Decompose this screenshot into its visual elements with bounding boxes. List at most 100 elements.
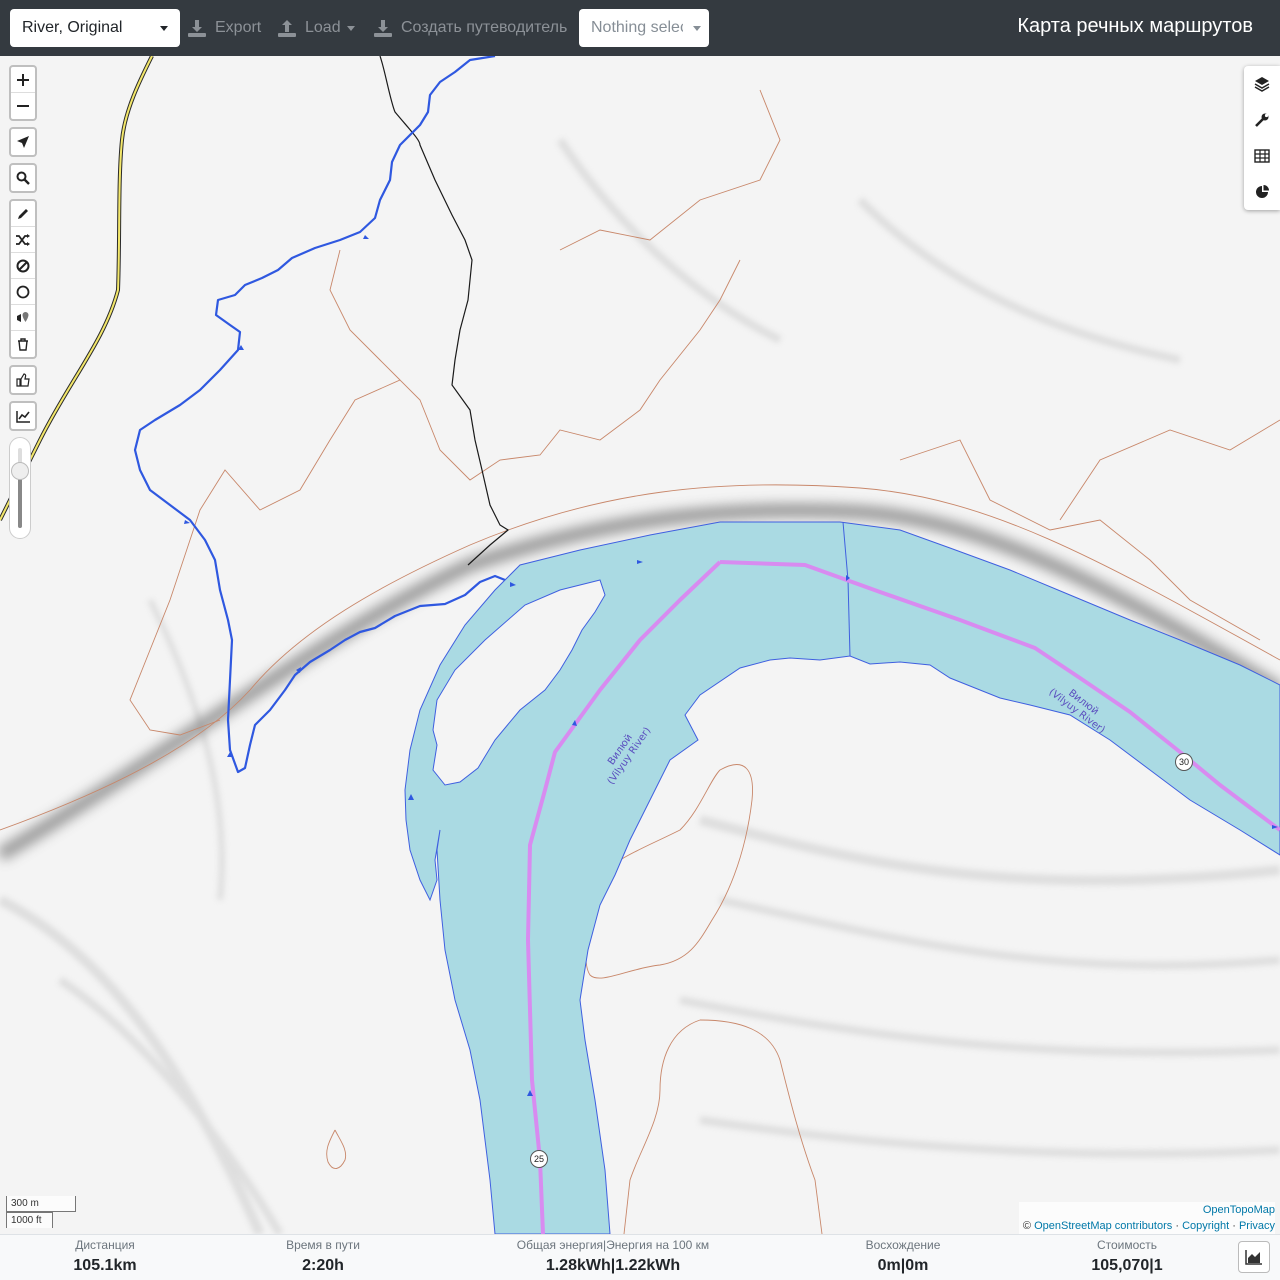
elevation-chart-toggle-button[interactable] xyxy=(1238,1241,1270,1273)
stat-ascent-label: Восхождение xyxy=(865,1238,941,1252)
zoom-slider[interactable] xyxy=(9,437,31,539)
delete-route-button[interactable] xyxy=(11,331,35,357)
poi-button[interactable] xyxy=(11,305,35,331)
distance-number: 105.1 xyxy=(73,1257,114,1274)
download-icon xyxy=(374,20,392,37)
search-icon xyxy=(16,171,30,185)
export-label: Export xyxy=(215,19,262,36)
location-arrow-icon xyxy=(17,136,29,148)
table-icon xyxy=(1254,149,1270,163)
search-control xyxy=(9,163,37,193)
energy-per100-unit: kWh xyxy=(646,1257,681,1274)
zoom-slider-handle[interactable] xyxy=(11,461,29,480)
selection-dropdown[interactable]: Nothing selected xyxy=(579,9,709,47)
km-marker[interactable]: 30 xyxy=(1175,753,1193,771)
profile-select[interactable]: River, Original xyxy=(10,9,180,47)
create-guide-button[interactable]: Создать путеводитель xyxy=(373,9,567,47)
load-button[interactable]: Load xyxy=(277,9,355,47)
draw-toolbar xyxy=(9,199,37,359)
wrench-icon xyxy=(1255,113,1269,127)
table-button[interactable] xyxy=(1244,138,1280,174)
time-unit: h xyxy=(334,1257,344,1274)
stat-cost: Стоимость 105,070|1 xyxy=(1067,1237,1187,1277)
search-button[interactable] xyxy=(11,165,35,191)
plus-icon xyxy=(17,73,29,86)
ascent-down: 0 xyxy=(905,1257,915,1274)
nogo-area-button[interactable] xyxy=(11,253,35,279)
zoom-slider-track xyxy=(18,448,22,528)
km-marker[interactable]: 25 xyxy=(530,1150,548,1168)
privacy-link[interactable]: Privacy xyxy=(1239,1220,1275,1232)
circle-tool-button[interactable] xyxy=(11,279,35,305)
app-title: Карта речных маршрутов xyxy=(1017,15,1253,37)
stat-energy: Общая энергия|Энергия на 100 км 1.28kWh|… xyxy=(490,1237,736,1277)
time-number: 2:20 xyxy=(302,1257,335,1274)
copyright-link[interactable]: Copyright xyxy=(1182,1220,1229,1232)
create-guide-label: Создать путеводитель xyxy=(401,19,568,36)
map-view[interactable]: Вилюй (Vilyuy River) Вилюй (Vilyuy River… xyxy=(0,56,1280,1234)
route-stats-footer: Дистанция 105.1km Время в пути 2:20h Общ… xyxy=(0,1234,1280,1280)
zoom-out-button[interactable] xyxy=(11,93,35,119)
stat-time-label: Время в пути xyxy=(286,1238,360,1252)
zoom-in-button[interactable] xyxy=(11,67,35,93)
stat-energy-value: 1.28kWh|1.22kWh xyxy=(490,1255,736,1277)
ban-icon xyxy=(16,259,30,272)
ascent-down-unit: m xyxy=(914,1257,929,1274)
energy-total: 1.28 xyxy=(545,1257,577,1274)
map-attribution: OpenTopoMap © OpenStreetMap contributors… xyxy=(1018,1202,1275,1234)
scale-bar-metric: 300 m xyxy=(6,1196,76,1212)
chevron-down-icon xyxy=(346,25,355,31)
stat-ascent: Восхождение 0m|0m xyxy=(843,1237,963,1277)
map-pin-icon xyxy=(17,311,29,322)
stat-distance-label: Дистанция xyxy=(75,1238,135,1252)
area-chart-icon xyxy=(1245,1250,1262,1265)
like-button[interactable] xyxy=(11,367,35,393)
stat-cost-value: 105,070|1 xyxy=(1067,1255,1187,1277)
minus-icon xyxy=(17,105,29,107)
statistics-button[interactable] xyxy=(1244,174,1280,210)
top-navbar: River, Original Export Load Создать путе… xyxy=(0,0,1280,56)
thumbs-up-icon xyxy=(16,373,30,387)
layers-button[interactable] xyxy=(1244,66,1280,102)
trash-icon xyxy=(18,337,28,351)
cost-number: 105,070 xyxy=(1091,1257,1150,1274)
chevron-down-icon xyxy=(160,25,168,31)
circle-icon xyxy=(16,285,30,298)
zoom-slider-fill xyxy=(18,472,22,528)
settings-button[interactable] xyxy=(1244,102,1280,138)
stat-ascent-value: 0m|0m xyxy=(843,1255,963,1277)
pencil-icon xyxy=(17,209,28,219)
layers-icon xyxy=(1254,77,1270,92)
map-canvas[interactable] xyxy=(0,56,1280,1234)
locate-control xyxy=(9,127,37,157)
stat-energy-label: Общая энергия|Энергия на 100 км xyxy=(516,1238,710,1252)
download-icon xyxy=(188,20,206,37)
export-button[interactable]: Export xyxy=(187,9,261,47)
stat-distance-value: 105.1km xyxy=(42,1255,168,1277)
osm-contributors-link[interactable]: OpenStreetMap contributors xyxy=(1034,1220,1172,1232)
energy-per100: 1.22 xyxy=(615,1257,647,1274)
shuffle-button[interactable] xyxy=(11,227,35,253)
scale-bar-imperial: 1000 ft xyxy=(6,1212,53,1228)
elevation-button[interactable] xyxy=(11,403,35,429)
selection-dropdown-value: Nothing selected xyxy=(591,19,683,36)
attribution-provider-link[interactable]: OpenTopoMap xyxy=(1203,1204,1275,1216)
copyright-symbol: © xyxy=(1022,1220,1032,1232)
zoom-control xyxy=(9,65,37,121)
stat-distance: Дистанция 105.1km xyxy=(42,1237,168,1277)
stat-time: Время в пути 2:20h xyxy=(263,1237,383,1277)
ascent-up-unit: m xyxy=(886,1257,901,1274)
ascent-up: 0 xyxy=(877,1257,887,1274)
draw-route-button[interactable] xyxy=(11,201,35,227)
chevron-down-icon xyxy=(693,25,701,31)
stat-cost-label: Стоимость xyxy=(1096,1238,1158,1252)
distance-unit: km xyxy=(113,1257,137,1274)
locate-button[interactable] xyxy=(11,129,35,155)
energy-total-unit: kWh xyxy=(576,1257,611,1274)
attribution-separator: · xyxy=(1232,1220,1236,1232)
cost-extra: 1 xyxy=(1153,1257,1163,1274)
attribution-separator: · xyxy=(1175,1220,1179,1232)
upload-icon xyxy=(278,20,296,37)
pie-chart-icon xyxy=(1256,185,1269,198)
elevation-control xyxy=(9,401,37,431)
